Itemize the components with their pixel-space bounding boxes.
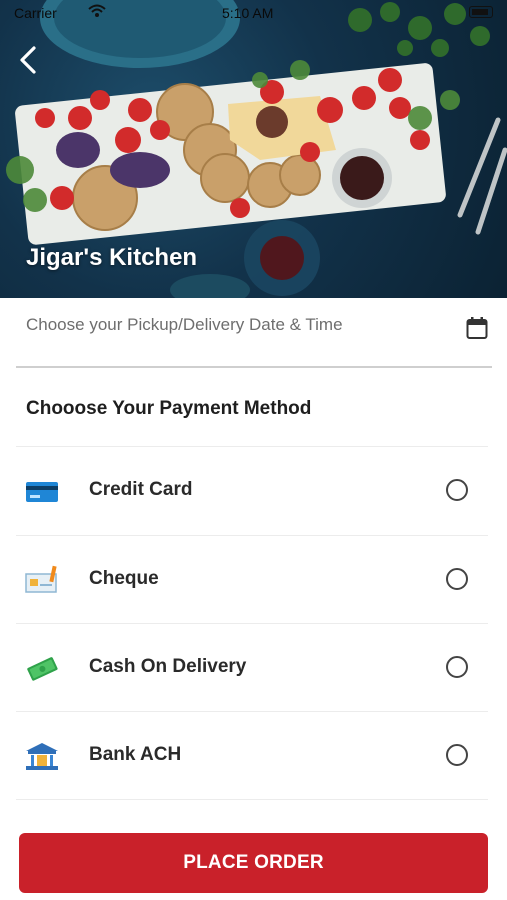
cheque-icon bbox=[25, 565, 57, 593]
radio-button[interactable] bbox=[446, 568, 468, 590]
payment-option-label: Credit Card bbox=[89, 479, 193, 500]
payment-option-label: Cheque bbox=[89, 568, 159, 589]
payment-method-title: Chooose Your Payment Method bbox=[26, 398, 312, 419]
bank-icon bbox=[26, 743, 58, 770]
radio-button[interactable] bbox=[446, 744, 468, 766]
status-bar: Carrier 5:10 AM bbox=[0, 0, 507, 26]
divider bbox=[16, 799, 488, 800]
chevron-left-icon bbox=[20, 46, 36, 74]
cash-icon bbox=[27, 657, 58, 681]
credit-card-icon bbox=[26, 482, 58, 502]
place-order-button[interactable]: PLACE ORDER bbox=[19, 833, 488, 893]
datetime-picker[interactable]: Choose your Pickup/Delivery Date & Time bbox=[16, 298, 492, 368]
payment-option-label: Cash On Delivery bbox=[89, 656, 247, 677]
battery-icon bbox=[469, 6, 493, 18]
payment-option-cash-on-delivery[interactable]: Cash On Delivery bbox=[16, 624, 488, 712]
hero-banner: Carrier 5:10 AM Jigar's Kitchen bbox=[0, 0, 507, 298]
status-time: 5:10 AM bbox=[222, 5, 274, 21]
payment-option-cheque[interactable]: Cheque bbox=[16, 536, 488, 624]
payment-option-credit-card[interactable]: Credit Card bbox=[16, 447, 488, 535]
calendar-icon[interactable] bbox=[466, 316, 488, 340]
radio-button[interactable] bbox=[446, 656, 468, 678]
datetime-placeholder: Choose your Pickup/Delivery Date & Time bbox=[26, 315, 343, 334]
wifi-icon bbox=[88, 4, 106, 17]
restaurant-name: Jigar's Kitchen bbox=[26, 244, 198, 271]
carrier-label: Carrier bbox=[14, 5, 57, 21]
payment-option-bank-ach[interactable]: Bank ACH bbox=[16, 712, 488, 800]
payment-option-label: Bank ACH bbox=[89, 744, 182, 765]
radio-button[interactable] bbox=[446, 479, 468, 501]
back-button[interactable] bbox=[12, 42, 46, 78]
